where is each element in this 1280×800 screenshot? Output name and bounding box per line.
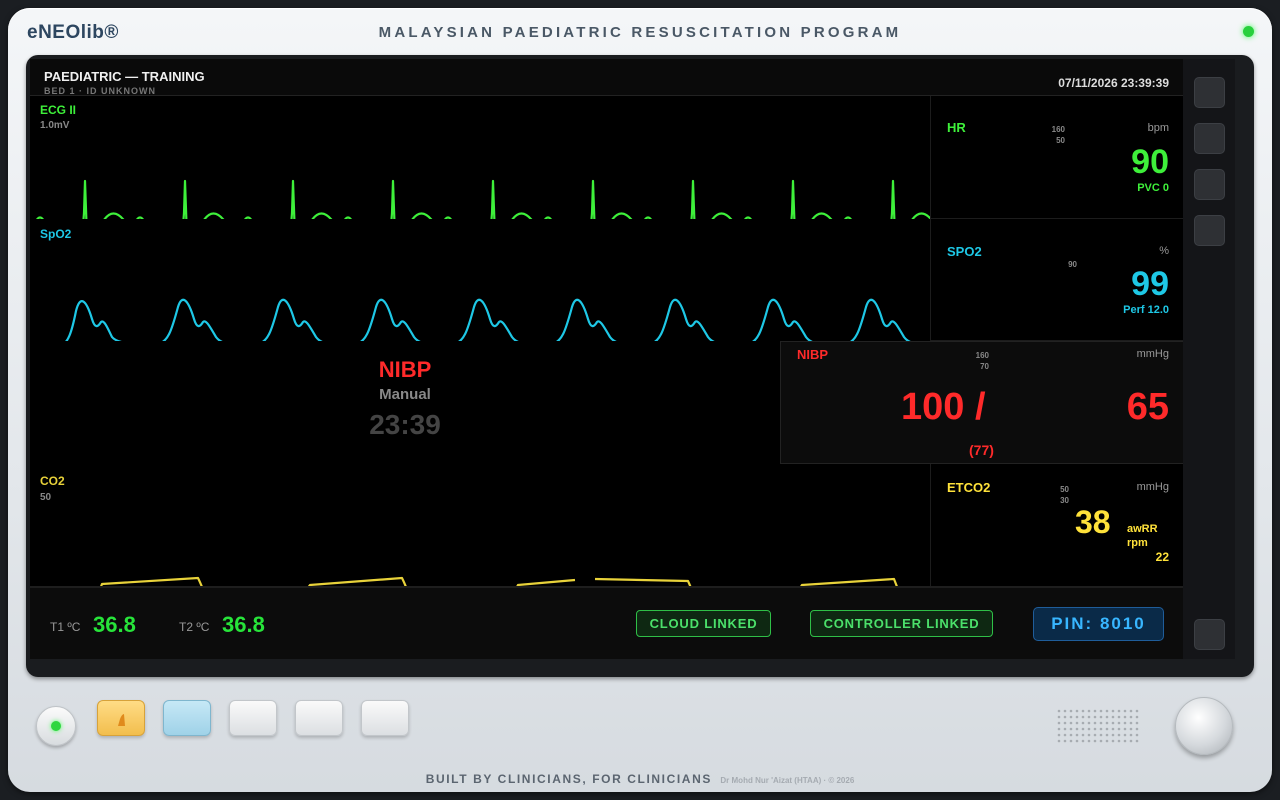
hr-parameter-panel[interactable]: HR 160 50 bpm 90 PVC 0 [930, 96, 1183, 219]
clock-datetime: 07/11/2026 23:39:39 [1058, 76, 1169, 90]
etco2-limit-low: 30 [1060, 496, 1069, 505]
credit-line: Dr Mohd Nur 'Aizat (HTAA) · © 2026 [720, 776, 855, 785]
nibp-diastolic: 65 [1126, 386, 1169, 428]
power-button[interactable] [36, 706, 76, 746]
soft-key-5[interactable] [1194, 619, 1225, 650]
nibp-mode-label: Manual [379, 386, 431, 403]
rotary-knob[interactable] [1175, 697, 1233, 755]
t1-label: T1 ºC [50, 620, 81, 634]
awrr-unit: rpm [1127, 537, 1148, 549]
controller-linked-badge[interactable]: CONTROLLER LINKED [810, 610, 993, 637]
spo2-value: 99 [1131, 265, 1169, 303]
soft-key-1[interactable] [1194, 77, 1225, 108]
nibp-limit-high: 160 [975, 351, 989, 360]
nibp-systolic: 100 / [901, 386, 986, 428]
hr-limit-low: 50 [1056, 136, 1065, 145]
etco2-parameter-panel[interactable]: ETCO2 50 30 mmHg 38 awRR rpm 22 [930, 464, 1183, 586]
perfusion-index: Perf 12.0 [1123, 304, 1169, 316]
soft-key-2[interactable] [1194, 123, 1225, 154]
hr-value: 90 [1131, 143, 1169, 181]
power-indicator-icon [51, 721, 61, 731]
patient-mode-title: PAEDIATRIC — TRAINING [44, 69, 205, 84]
soft-key-panel [1183, 59, 1235, 659]
hr-limit-high: 160 [1051, 125, 1065, 134]
ecg-waveform [36, 179, 930, 219]
hard-key-4[interactable] [295, 700, 343, 736]
etco2-limit-high: 50 [1060, 485, 1069, 494]
pin-display[interactable]: PIN: 8010 [1033, 607, 1164, 641]
hr-label: HR [947, 120, 966, 135]
power-led-icon [1243, 26, 1254, 37]
nibp-start-button[interactable]: NIBP Manual 23:39 [30, 341, 780, 464]
nibp-last-time: 23:39 [369, 409, 441, 440]
spo2-wave-panel: SpO2 [30, 219, 930, 341]
monitor-screen: PAEDIATRIC — TRAINING BED 1 · ID UNKNOWN… [30, 59, 1183, 659]
awrr-labels: awRR rpm [1127, 522, 1158, 550]
awrr-value: 22 [1155, 550, 1169, 564]
spo2-parameter-panel[interactable]: SPO2 90 % 99 Perf 12.0 [930, 219, 1183, 341]
spo2-unit: % [1159, 245, 1169, 257]
hr-unit: bpm [1147, 122, 1169, 134]
screen-header: PAEDIATRIC — TRAINING BED 1 · ID UNKNOWN… [30, 59, 1183, 96]
hard-key-5[interactable] [361, 700, 409, 736]
speaker-grille-icon [1057, 709, 1139, 743]
t1-value: 36.8 [93, 612, 136, 637]
device-footer: BUILT BY CLINICIANS, FOR CLINICIANS Dr M… [0, 770, 1280, 788]
ecg-wave-panel: ECG II 1.0mV [30, 96, 930, 219]
hard-key-3[interactable] [229, 700, 277, 736]
pleth-waveform [65, 298, 911, 341]
t2-label: T2 ºC [179, 620, 210, 634]
nibp-unit: mmHg [1136, 348, 1169, 360]
cloud-linked-badge[interactable]: CLOUD LINKED [636, 610, 771, 637]
bell-icon [118, 714, 125, 726]
soft-key-4[interactable] [1194, 215, 1225, 246]
pvc-count: PVC 0 [1137, 182, 1169, 194]
etco2-limits: 50 30 [1045, 484, 1069, 506]
alarm-silence-button[interactable] [97, 700, 145, 736]
soft-key-3[interactable] [1194, 169, 1225, 200]
spo2-label: SPO2 [947, 244, 982, 259]
etco2-unit: mmHg [1136, 481, 1169, 493]
awrr-label: awRR [1127, 523, 1158, 535]
tagline: BUILT BY CLINICIANS, FOR CLINICIANS [425, 772, 712, 786]
hr-limits: 160 50 [1041, 124, 1065, 146]
blue-function-button[interactable] [163, 700, 211, 736]
spo2-limit-low: 90 [1068, 260, 1077, 269]
t2-value: 36.8 [222, 612, 265, 637]
nibp-parameter-panel[interactable]: NIBP 160 70 mmHg 100 / 65 (77) [780, 341, 1183, 464]
nibp-limit-low: 70 [980, 362, 989, 371]
etco2-label: ETCO2 [947, 480, 991, 495]
program-title: MALAYSIAN PAEDIATRIC RESUSCITATION PROGR… [378, 24, 902, 41]
nibp-trigger-title: NIBP [378, 357, 432, 382]
status-bar: T1 ºC 36.8 T2 ºC 36.8 CLOUD LINKED CONTR… [30, 586, 1183, 659]
co2-wave-panel: CO2 50 [30, 464, 930, 586]
nibp-mean: (77) [969, 442, 994, 458]
nibp-label: NIBP [797, 347, 829, 362]
bed-id-label: BED 1 · ID UNKNOWN [44, 86, 156, 96]
nibp-limits: 160 70 [965, 350, 989, 372]
etco2-value: 38 [1075, 504, 1111, 540]
capnography-waveform [100, 576, 898, 586]
